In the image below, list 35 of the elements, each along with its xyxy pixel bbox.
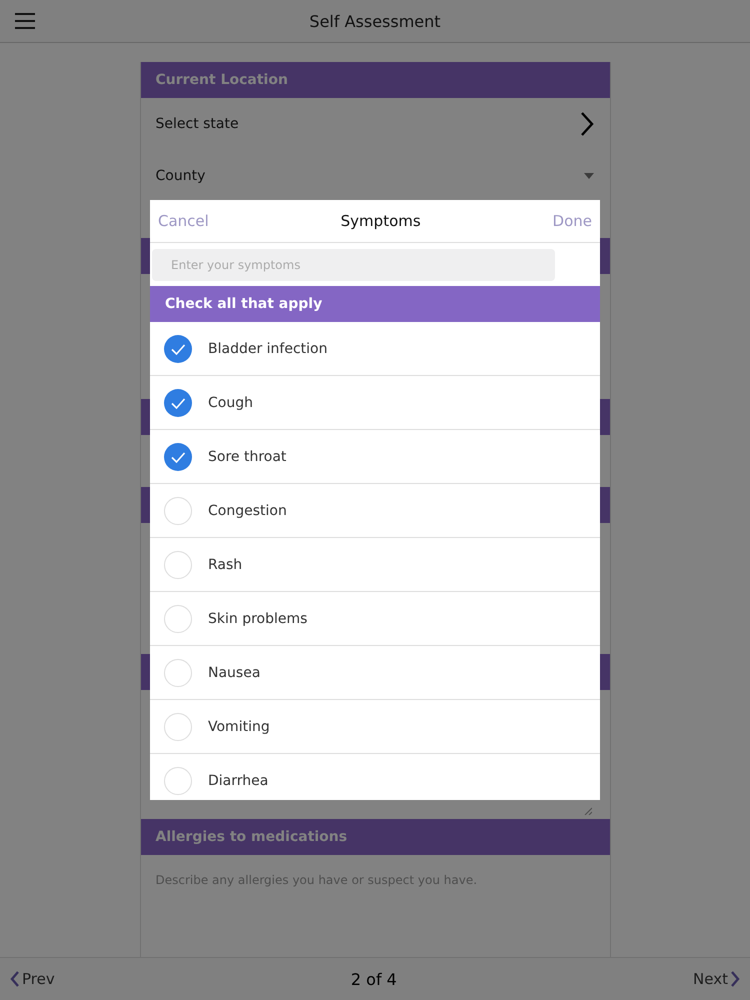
checkbox[interactable]: [164, 604, 192, 632]
symptom-option[interactable]: Skin problems: [150, 592, 600, 646]
chevron-left-icon: [10, 970, 20, 988]
symptom-option[interactable]: Rash: [150, 538, 600, 592]
checkbox[interactable]: [164, 712, 192, 740]
search-field[interactable]: Enter your symptoms: [152, 248, 555, 280]
checkbox[interactable]: [164, 388, 192, 416]
section-header: Allergies to medications: [140, 819, 610, 856]
symptom-option[interactable]: Bladder infection: [150, 322, 600, 376]
dialog-title: Symptoms: [340, 212, 421, 230]
prev-button[interactable]: Prev: [10, 970, 55, 988]
chevron-right-icon: [730, 970, 740, 988]
app-title: Self Assessment: [309, 12, 441, 30]
menu-icon[interactable]: [14, 12, 36, 30]
checkbox[interactable]: [164, 334, 192, 362]
page-indicator: 2 of 4: [350, 970, 397, 988]
symptom-option[interactable]: Nausea: [150, 646, 600, 700]
symptom-option[interactable]: Diarrhea: [150, 754, 600, 800]
instruction-banner: Check all that apply: [150, 286, 600, 322]
checkbox[interactable]: [164, 550, 192, 578]
symptom-option[interactable]: Sore throat: [150, 430, 600, 484]
checkbox[interactable]: [164, 496, 192, 524]
resize-grip-icon: [584, 807, 592, 816]
checkbox[interactable]: [164, 658, 192, 686]
next-button[interactable]: Next: [693, 970, 740, 988]
county-dropdown[interactable]: County: [140, 150, 610, 202]
dropdown-arrow-icon: [584, 172, 594, 179]
checkbox[interactable]: [164, 442, 192, 470]
symptom-option[interactable]: Cough: [150, 376, 600, 430]
symptom-option[interactable]: Congestion: [150, 484, 600, 538]
symptom-option[interactable]: Vomiting: [150, 700, 600, 754]
state-selector[interactable]: Select state: [140, 98, 610, 150]
chevron-right-icon: [580, 110, 594, 137]
section-header: Current Location: [140, 62, 610, 98]
checkbox[interactable]: [164, 766, 192, 794]
